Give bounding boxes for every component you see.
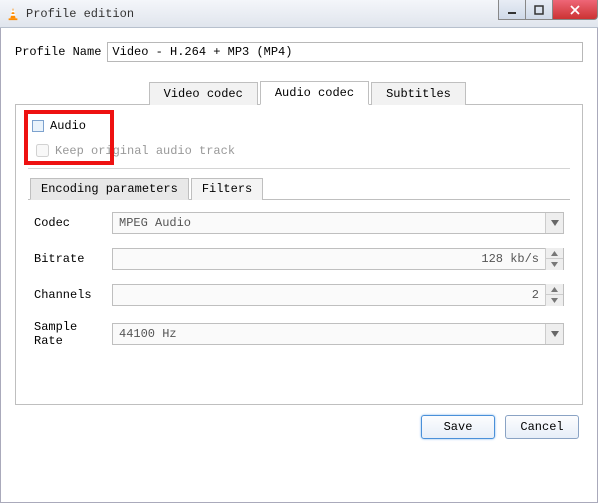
sample-rate-label: Sample Rate (34, 320, 112, 348)
client-area: Profile Name Encapsulation Video codec A… (0, 28, 598, 503)
profile-name-label: Profile Name (15, 45, 101, 59)
tab-audio-codec[interactable]: Audio codec (260, 81, 369, 105)
audio-checkbox-label: Audio (50, 119, 86, 133)
sub-tabs: Encoding parameters Filters (28, 177, 570, 200)
chevron-down-icon (545, 213, 563, 233)
chevron-down-icon (545, 324, 563, 344)
channels-up[interactable] (545, 284, 563, 295)
bitrate-row: Bitrate 128 kb/s (34, 248, 564, 270)
audio-checkbox[interactable] (32, 120, 44, 132)
tab-video-codec[interactable]: Video codec (149, 82, 258, 105)
bitrate-up[interactable] (545, 248, 563, 259)
codec-value: MPEG Audio (113, 216, 545, 230)
bitrate-steppers (545, 248, 563, 270)
window-buttons (499, 0, 598, 20)
audio-codec-pane: Audio Keep original audio track Encoding… (15, 105, 583, 405)
encoding-fields: Codec MPEG Audio Bitrate 128 kb/s (28, 200, 570, 374)
bitrate-spin[interactable]: 128 kb/s (112, 248, 564, 270)
maximize-button[interactable] (525, 0, 553, 20)
subtab-encoding-parameters[interactable]: Encoding parameters (30, 178, 189, 200)
tab-subtitles[interactable]: Subtitles (371, 82, 466, 105)
tab-area: Encapsulation Video codec Audio codec Su… (15, 80, 583, 405)
save-button[interactable]: Save (421, 415, 495, 439)
channels-label: Channels (34, 288, 112, 302)
keep-original-row: Keep original audio track (32, 141, 570, 160)
cancel-button[interactable]: Cancel (505, 415, 579, 439)
audio-checkbox-row: Audio (32, 119, 570, 133)
channels-spin[interactable]: 2 (112, 284, 564, 306)
profile-name-input[interactable] (107, 42, 583, 62)
footer: Save Cancel (15, 405, 583, 441)
codec-row: Codec MPEG Audio (34, 212, 564, 234)
minimize-button[interactable] (498, 0, 526, 20)
profile-name-row: Profile Name (15, 42, 583, 62)
sample-rate-combo[interactable]: 44100 Hz (112, 323, 564, 345)
channels-value: 2 (113, 288, 545, 302)
channels-row: Channels 2 (34, 284, 564, 306)
keep-original-label: Keep original audio track (55, 144, 235, 158)
channels-steppers (545, 284, 563, 306)
channels-down[interactable] (545, 295, 563, 306)
codec-combo[interactable]: MPEG Audio (112, 212, 564, 234)
codec-label: Codec (34, 216, 112, 230)
close-button[interactable] (552, 0, 598, 20)
bitrate-value: 128 kb/s (113, 252, 545, 266)
window-title: Profile edition (26, 7, 134, 21)
sample-rate-row: Sample Rate 44100 Hz (34, 320, 564, 348)
vlc-icon (6, 7, 20, 21)
profile-edition-window: Profile edition Profile Name Encapsulati… (0, 0, 598, 503)
main-tabs: Encapsulation Video codec Audio codec Su… (15, 80, 583, 105)
subtab-filters[interactable]: Filters (191, 178, 263, 200)
bitrate-label: Bitrate (34, 252, 112, 266)
titlebar: Profile edition (0, 0, 598, 28)
divider (28, 168, 570, 169)
sample-rate-value: 44100 Hz (113, 327, 545, 341)
bitrate-down[interactable] (545, 259, 563, 270)
keep-original-checkbox[interactable] (36, 144, 49, 157)
